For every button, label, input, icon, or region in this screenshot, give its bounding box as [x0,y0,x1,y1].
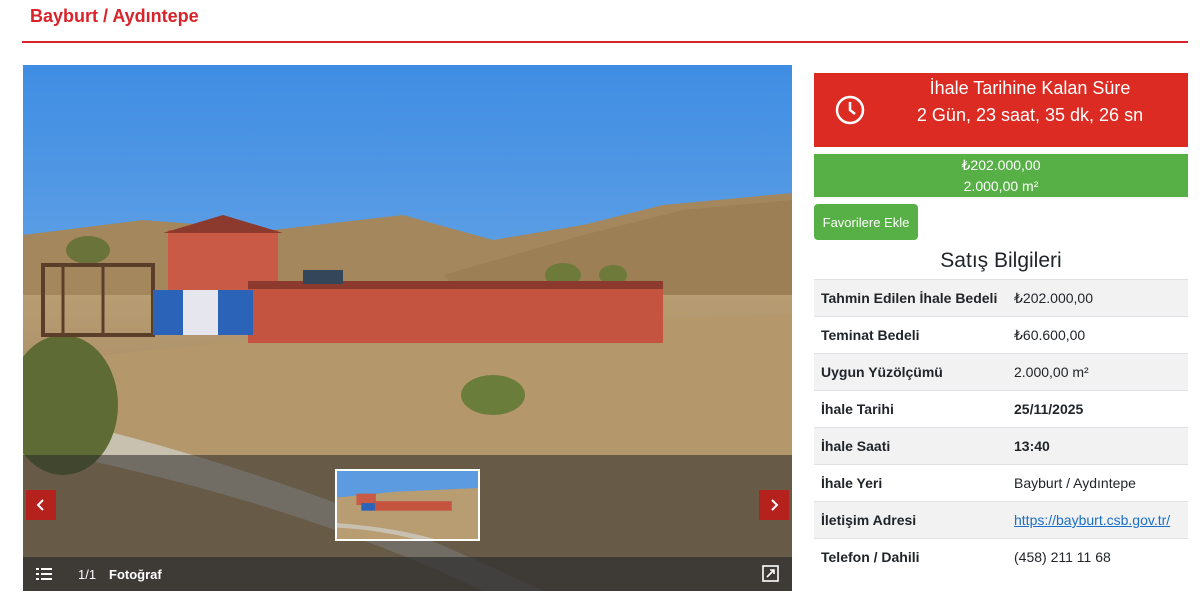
page-title: Bayburt / Aydıntepe [30,6,199,26]
photo-caption: Fotoğraf [109,567,162,582]
row-label: İhale Tarihi [814,390,1007,428]
row-label: Teminat Bedeli [814,316,1007,354]
table-row: Tahmin Edilen İhale Bedeli ₺202.000,00 [814,279,1188,317]
photo-gallery[interactable]: 1/1 Fotoğraf [23,65,792,591]
summary-area: 2.000,00 m² [963,178,1039,194]
table-row: İhale Tarihi 25/11/2025 [814,390,1188,428]
row-label: Telefon / Dahili [814,538,1007,576]
row-value: 13:40 [1007,427,1188,465]
table-row: İletişim Adresi https://bayburt.csb.gov.… [814,501,1188,539]
contact-address-link[interactable]: https://bayburt.csb.gov.tr/ [1014,512,1170,528]
thumbnail-image [337,471,478,539]
row-value: https://bayburt.csb.gov.tr/ [1007,501,1188,539]
row-label: Uygun Yüzölçümü [814,353,1007,391]
row-value: ₺60.600,00 [1007,316,1188,354]
title-divider [22,41,1188,43]
row-label: İhale Saati [814,427,1007,465]
next-photo-button[interactable] [759,490,789,520]
countdown-value: 2 Gün, 23 saat, 35 dk, 26 sn [916,105,1144,125]
clock-icon [835,95,865,125]
table-row: Telefon / Dahili (458) 211 11 68 [814,538,1188,576]
gallery-toolbar: 1/1 Fotoğraf [23,557,792,591]
price-summary: ₺202.000,00 2.000,00 m² [814,154,1188,197]
table-row: Uygun Yüzölçümü 2.000,00 m² [814,353,1188,391]
thumbnail-strip [23,455,792,557]
table-row: İhale Saati 13:40 [814,427,1188,465]
expand-icon[interactable] [762,565,779,582]
photo-thumbnail[interactable] [335,469,480,541]
add-to-favorites-button[interactable]: Favorilere Ekle [814,204,918,240]
row-value: Bayburt / Aydıntepe [1007,464,1188,502]
summary-price: ₺202.000,00 [961,157,1041,173]
countdown-label: İhale Tarihine Kalan Süre [929,78,1131,98]
list-icon[interactable] [36,566,52,582]
row-label: İletişim Adresi [814,501,1007,539]
row-value: (458) 211 11 68 [1007,538,1188,576]
row-label: İhale Yeri [814,464,1007,502]
auction-countdown: İhale Tarihine Kalan Süre 2 Gün, 23 saat… [814,73,1188,147]
row-value: 2.000,00 m² [1007,353,1188,391]
prev-photo-button[interactable] [26,490,56,520]
sale-info-title: Satış Bilgileri [940,249,1062,272]
row-label: Tahmin Edilen İhale Bedeli [814,279,1007,317]
chevron-left-icon [36,499,44,511]
table-row: İhale Yeri Bayburt / Aydıntepe [814,464,1188,502]
chevron-right-icon [771,499,779,511]
sale-info-table: Tahmin Edilen İhale Bedeli ₺202.000,00 T… [814,279,1188,576]
table-row: Teminat Bedeli ₺60.600,00 [814,316,1188,354]
row-value: ₺202.000,00 [1007,279,1188,317]
photo-counter: 1/1 [78,567,97,582]
row-value: 25/11/2025 [1007,390,1188,428]
